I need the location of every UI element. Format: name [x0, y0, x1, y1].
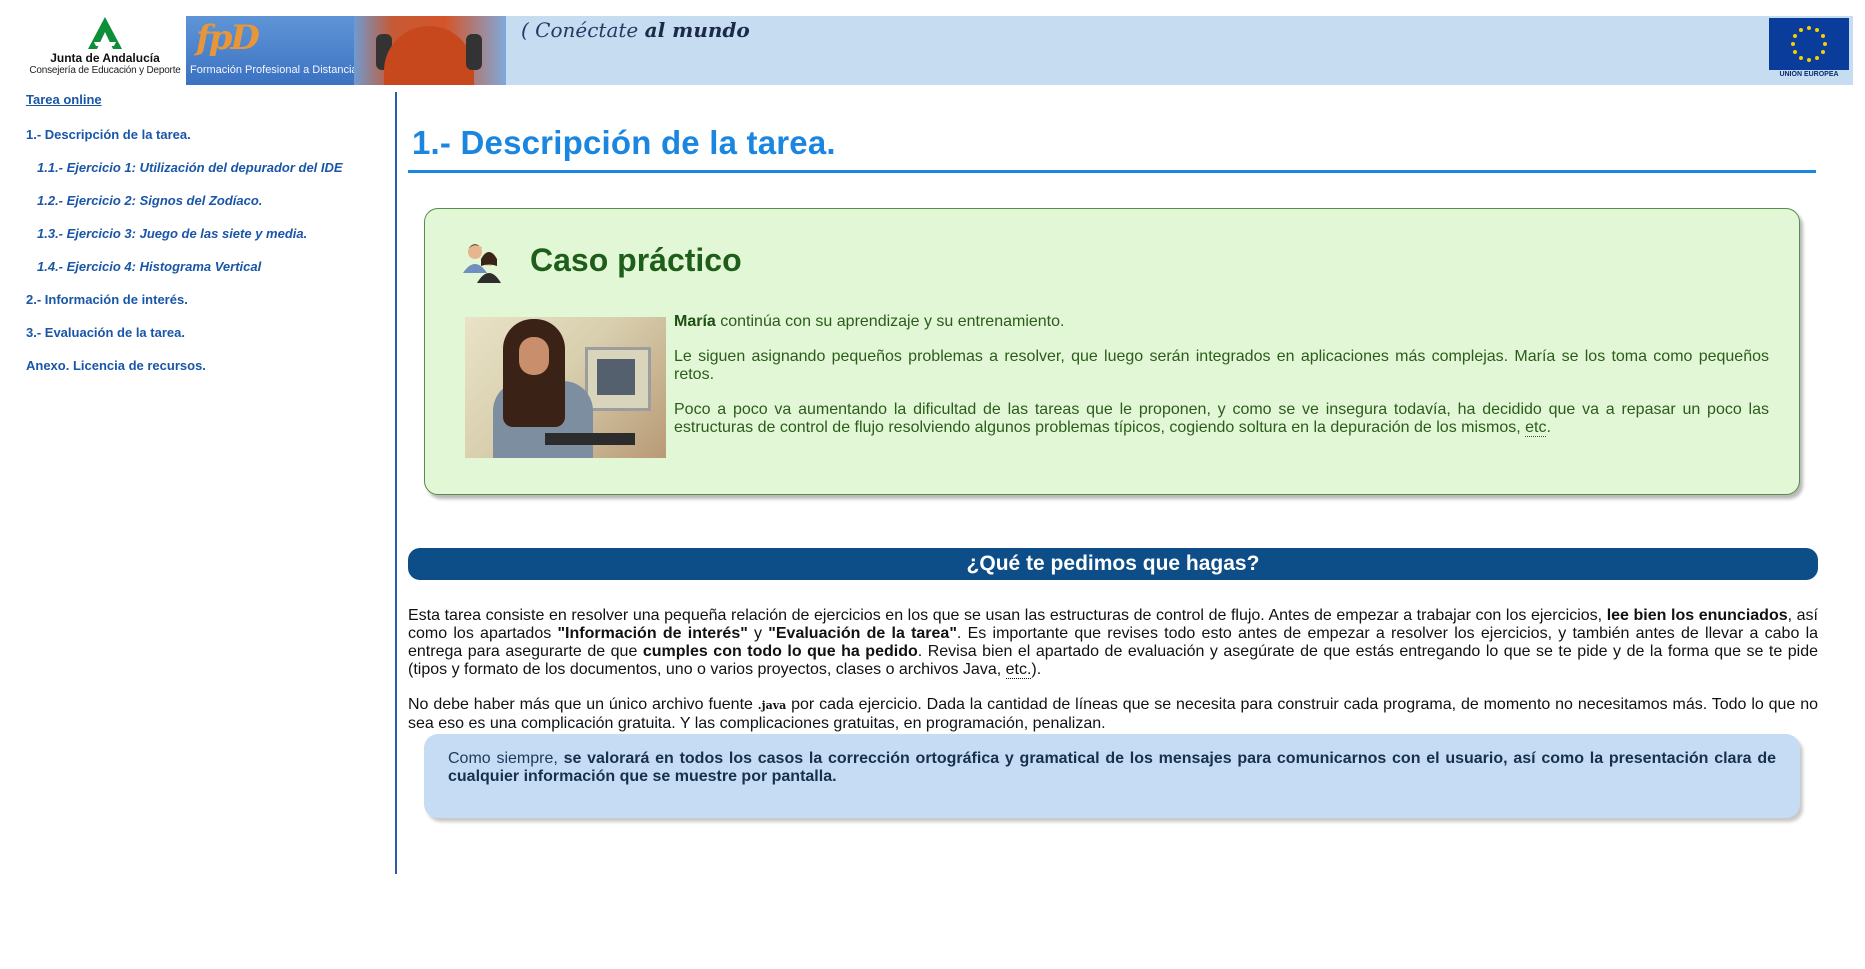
fpd-text: Formación Profesional a Distancia: [190, 64, 358, 76]
sidebar-item-informacion[interactable]: 2.- Información de interés.: [26, 290, 386, 323]
maria-photo: [465, 317, 666, 458]
eu-logo: UNIÓN EUROPEA: [1769, 18, 1849, 82]
sidebar-item-evaluacion[interactable]: 3.- Evaluación de la tarea.: [26, 323, 386, 356]
banner-photo: [354, 16, 506, 85]
note-lead: Como siempre,: [448, 750, 564, 767]
task-p1-bold-2: "Información de interés": [557, 625, 748, 642]
note-box: Como siempre, se valorará en todos los c…: [424, 734, 1800, 818]
junta-subtitle: Consejería de Educación y Deporte: [29, 65, 181, 76]
users-icon: [463, 244, 501, 283]
caso-p3-end: .: [1546, 419, 1551, 436]
caso-paragraph-3: Poco a poco va aumentando la dificultad …: [674, 401, 1769, 437]
caso-practico-box: Caso práctico María continúa con su apre…: [424, 208, 1800, 495]
fpd-banner: fpD Formación Profesional a Distancia ( …: [186, 16, 1853, 85]
title-underline: [408, 170, 1816, 173]
task-p1-bold-1: lee bien los enunciados: [1606, 607, 1788, 624]
fpd-logo: fpD: [196, 18, 260, 58]
java-extension: .java: [757, 699, 787, 712]
etc-abbr: etc: [1525, 419, 1547, 437]
junta-logo: Junta de Andalucía Consejería de Educaci…: [25, 16, 185, 88]
slogan-part2: al mundo: [644, 18, 750, 42]
task-p1-e: y: [747, 625, 769, 642]
task-p1-bold-3: "Evaluación de la tarea": [768, 625, 957, 642]
note-bold: se valorará en todos los casos la correc…: [448, 750, 1777, 785]
maria-name: María: [674, 313, 716, 330]
task-paragraph-1: Esta tarea consiste en resolver una pequ…: [408, 607, 1818, 679]
task-description: Esta tarea consiste en resolver una pequ…: [408, 607, 1818, 750]
slogan-part1: Conéctate: [535, 18, 639, 42]
eu-flag-icon: [1769, 18, 1849, 70]
task-p1-a: Esta tarea consiste en resolver una pequ…: [408, 607, 1607, 624]
page-header: Junta de Andalucía Consejería de Educaci…: [0, 0, 1865, 88]
banner-slogan: ( Conéctate al mundo: [521, 18, 750, 42]
caso-p3-text: Poco a poco va aumentando la dificultad …: [674, 401, 1769, 436]
caso-p1-text: continúa con su aprendizaje y su entrena…: [715, 313, 1065, 330]
task-p1-j: ).: [1031, 661, 1042, 678]
sidebar-divider: [395, 92, 397, 874]
section-heading-que-hacer: ¿Qué te pedimos que hagas?: [408, 548, 1818, 580]
junta-name: Junta de Andalucía: [50, 51, 160, 65]
sidebar-item-ejercicio-3[interactable]: 1.3.- Ejercicio 3: Juego de las siete y …: [26, 224, 386, 257]
eu-label: UNIÓN EUROPEA: [1779, 71, 1839, 78]
junta-logo-icon: [88, 17, 122, 49]
caso-paragraph-2: Le siguen asignando pequeños problemas a…: [674, 348, 1769, 383]
sidebar-item-anexo[interactable]: Anexo. Licencia de recursos.: [26, 356, 386, 389]
caso-practico-text: María continúa con su aprendizaje y su e…: [674, 313, 1769, 454]
fpd-block: fpD Formación Profesional a Distancia: [186, 16, 358, 85]
sidebar-item-ejercicio-1[interactable]: 1.1.- Ejercicio 1: Utilización del depur…: [26, 158, 386, 191]
caso-paragraph-1: María continúa con su aprendizaje y su e…: [674, 313, 1769, 331]
etc-abbr-2: etc.: [1005, 661, 1032, 679]
sidebar-item-descripcion[interactable]: 1.- Descripción de la tarea.: [26, 125, 386, 158]
caso-practico-title: Caso práctico: [530, 242, 742, 278]
sidebar-link-tarea-online[interactable]: Tarea online: [26, 92, 386, 112]
page-title: 1.- Descripción de la tarea.: [412, 124, 836, 161]
sidebar-nav: Tarea online 1.- Descripción de la tarea…: [26, 92, 386, 389]
task-paragraph-2: No debe haber más que un único archivo f…: [408, 696, 1818, 733]
task-p2-a: No debe haber más que un único archivo f…: [408, 696, 758, 713]
sidebar-item-ejercicio-2[interactable]: 1.2.- Ejercicio 2: Signos del Zodíaco.: [26, 191, 386, 224]
task-p1-bold-4: cumples con todo lo que ha pedido: [642, 643, 918, 660]
sidebar-item-ejercicio-4[interactable]: 1.4.- Ejercicio 4: Histograma Vertical: [26, 257, 386, 290]
